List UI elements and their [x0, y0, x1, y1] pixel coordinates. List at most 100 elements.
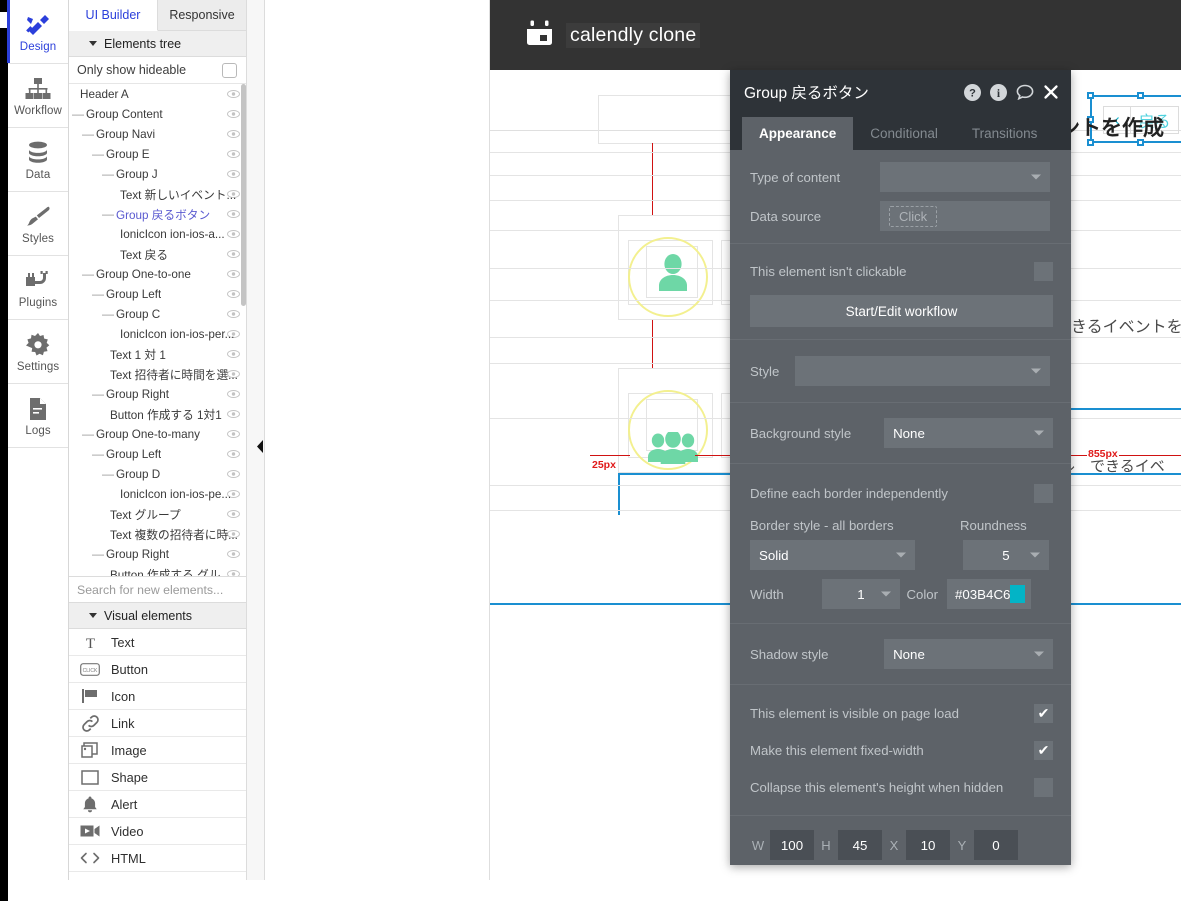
- eye-icon[interactable]: [227, 410, 240, 419]
- dialog-titlebar[interactable]: Group 戻るボタン ? i: [730, 70, 1071, 114]
- tree-node[interactable]: Text 複数の招待者に時...: [69, 524, 246, 544]
- rail-item-workflow[interactable]: Workflow: [8, 64, 68, 128]
- eye-icon[interactable]: [227, 190, 240, 199]
- visual-element-video[interactable]: Video: [69, 818, 246, 845]
- tab-ui-builder[interactable]: UI Builder: [69, 0, 158, 31]
- eye-icon[interactable]: [227, 530, 240, 539]
- eye-icon[interactable]: [227, 510, 240, 519]
- rail-item-styles[interactable]: Styles: [8, 192, 68, 256]
- tree-expander-icon[interactable]: —: [102, 307, 114, 321]
- visual-element-alert[interactable]: Alert: [69, 791, 246, 818]
- resize-handle-nw[interactable]: [1087, 92, 1094, 99]
- eye-icon[interactable]: [227, 90, 240, 99]
- only-show-hideable-row[interactable]: Only show hideable: [69, 57, 246, 84]
- eye-icon[interactable]: [227, 170, 240, 179]
- tree-node[interactable]: Button 作成する グル...: [69, 564, 246, 578]
- rail-item-settings[interactable]: Settings: [8, 320, 68, 384]
- not-clickable-checkbox[interactable]: [1034, 261, 1053, 281]
- rail-item-data[interactable]: Data: [8, 128, 68, 192]
- tree-expander-icon[interactable]: —: [92, 287, 104, 301]
- type-of-content-select[interactable]: [880, 162, 1050, 192]
- info-icon[interactable]: i: [990, 83, 1007, 101]
- property-editor-dialog[interactable]: Group 戻るボタン ? i Appearance Conditional T…: [730, 70, 1071, 865]
- tree-expander-icon[interactable]: —: [82, 127, 94, 141]
- data-source-click-chip[interactable]: Click: [889, 205, 938, 227]
- tree-node[interactable]: IonicIcon ion-ios-per...: [69, 324, 246, 344]
- border-width-select[interactable]: 1: [822, 579, 900, 609]
- rail-item-design[interactable]: Design: [7, 0, 68, 64]
- border-color-input[interactable]: #03B4C6: [947, 579, 1031, 609]
- tree-expander-icon[interactable]: —: [82, 267, 94, 281]
- tree-expander-icon[interactable]: —: [102, 207, 114, 221]
- tree-node[interactable]: Button 作成する 1対1: [69, 404, 246, 424]
- elements-tree-header[interactable]: Elements tree: [69, 31, 246, 57]
- visual-element-icon[interactable]: Icon: [69, 683, 246, 710]
- visual-element-link[interactable]: Link: [69, 710, 246, 737]
- visual-elements-header[interactable]: Visual elements: [69, 603, 246, 629]
- collapse-height-checkbox[interactable]: [1034, 777, 1053, 797]
- background-style-select[interactable]: None: [884, 418, 1053, 448]
- roundness-select[interactable]: 5: [963, 540, 1049, 570]
- dim-input-y[interactable]: 0: [974, 830, 1018, 860]
- close-icon[interactable]: [1043, 84, 1059, 100]
- eye-icon[interactable]: [227, 570, 240, 578]
- tree-node[interactable]: — Group One-to-one: [69, 264, 246, 284]
- tree-node[interactable]: — Group One-to-many: [69, 424, 246, 444]
- tree-node[interactable]: Text 招待者に時間を選...: [69, 364, 246, 384]
- tree-node[interactable]: IonicIcon ion-ios-a...: [69, 224, 246, 244]
- eye-icon[interactable]: [227, 130, 240, 139]
- dim-input-x[interactable]: 10: [906, 830, 950, 860]
- tree-node[interactable]: Text グループ: [69, 504, 246, 524]
- collapse-height-field[interactable]: Collapse this element's height when hidd…: [750, 772, 1053, 802]
- tree-node[interactable]: Text 1 対 1: [69, 344, 246, 364]
- define-each-border-checkbox[interactable]: [1034, 483, 1053, 503]
- tree-expander-icon[interactable]: —: [102, 467, 114, 481]
- tree-expander-icon[interactable]: —: [92, 547, 104, 561]
- eye-icon[interactable]: [227, 370, 240, 379]
- tree-expander-icon[interactable]: —: [92, 147, 104, 161]
- tree-node[interactable]: — Group J: [69, 164, 246, 184]
- tree-node[interactable]: — Group E: [69, 144, 246, 164]
- tree-node[interactable]: — Group Content: [69, 104, 246, 124]
- color-swatch[interactable]: [1010, 585, 1025, 603]
- visible-on-load-checkbox[interactable]: [1034, 703, 1053, 723]
- tab-responsive[interactable]: Responsive: [158, 0, 246, 30]
- tree-node[interactable]: Text 戻る: [69, 244, 246, 264]
- tree-node[interactable]: — Group Right: [69, 544, 246, 564]
- eye-icon[interactable]: [227, 430, 240, 439]
- tab-transitions[interactable]: Transitions: [955, 117, 1055, 150]
- tab-conditional[interactable]: Conditional: [853, 117, 955, 150]
- not-clickable-field[interactable]: This element isn't clickable: [750, 256, 1053, 286]
- rail-item-plugins[interactable]: Plugins: [8, 256, 68, 320]
- collapse-panel-arrow[interactable]: [255, 438, 264, 454]
- tree-node[interactable]: — Group Right: [69, 384, 246, 404]
- visual-element-shape[interactable]: Shape: [69, 764, 246, 791]
- eye-icon[interactable]: [227, 490, 240, 499]
- shadow-style-select[interactable]: None: [884, 639, 1053, 669]
- eye-icon[interactable]: [227, 270, 240, 279]
- eye-icon[interactable]: [227, 330, 240, 339]
- visual-element-html[interactable]: HTML: [69, 845, 246, 872]
- tree-expander-icon[interactable]: —: [82, 427, 94, 441]
- elements-tree[interactable]: Header A — Group Content — Group Navi — Group …: [69, 84, 246, 577]
- eye-icon[interactable]: [227, 310, 240, 319]
- visible-on-load-field[interactable]: This element is visible on page load: [750, 698, 1053, 728]
- tree-expander-icon[interactable]: —: [72, 107, 84, 121]
- visual-element-text[interactable]: T Text: [69, 629, 246, 656]
- tree-node[interactable]: — Group Left: [69, 284, 246, 304]
- fixed-width-field[interactable]: Make this element fixed-width: [750, 735, 1053, 765]
- tree-node[interactable]: — Group Navi: [69, 124, 246, 144]
- dim-input-h[interactable]: 45: [838, 830, 882, 860]
- eye-icon[interactable]: [227, 470, 240, 479]
- define-each-border-field[interactable]: Define each border independently: [750, 478, 1053, 508]
- tree-node[interactable]: — Group 戻るボタン: [69, 204, 246, 224]
- border-style-select[interactable]: Solid: [750, 540, 915, 570]
- eye-icon[interactable]: [227, 390, 240, 399]
- visual-element-button[interactable]: CLICK Button: [69, 656, 246, 683]
- eye-icon[interactable]: [227, 210, 240, 219]
- comment-icon[interactable]: [1016, 84, 1034, 100]
- eye-icon[interactable]: [227, 450, 240, 459]
- style-select[interactable]: [795, 356, 1050, 386]
- tree-node[interactable]: Text 新しいイベント...: [69, 184, 246, 204]
- visual-element-image[interactable]: Image: [69, 737, 246, 764]
